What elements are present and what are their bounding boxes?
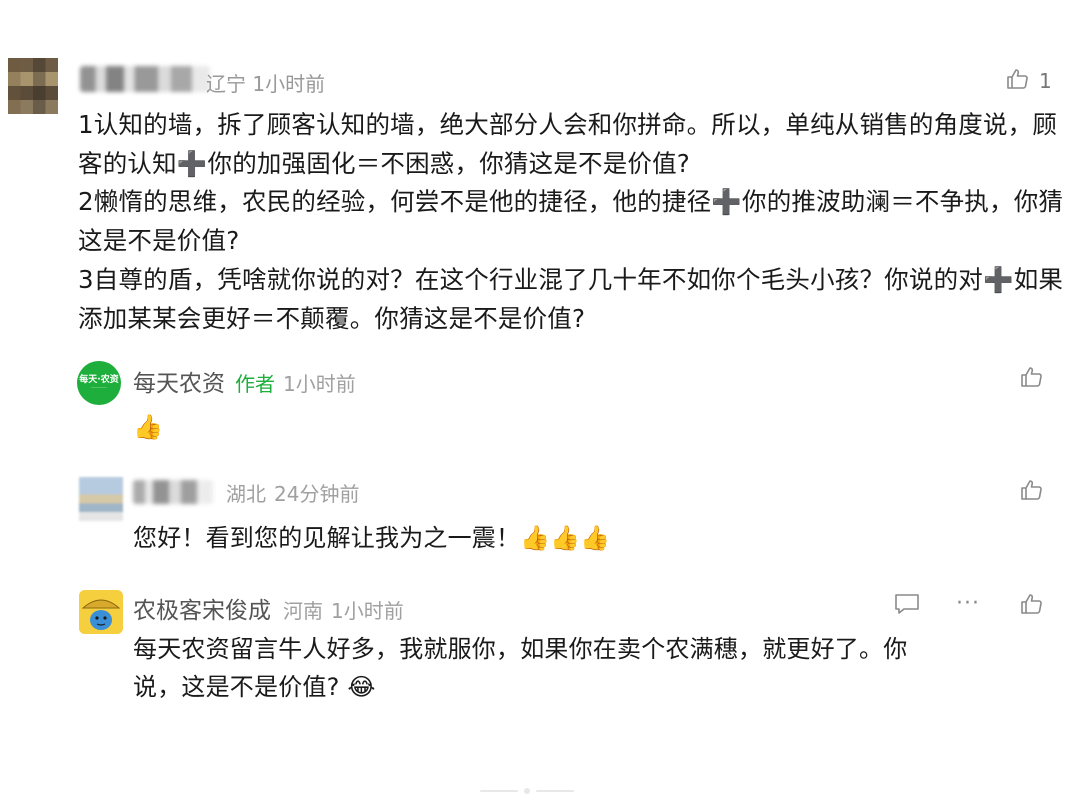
comment-paragraph: 2懒惰的思维，农民的经验，何尝不是他的捷径，他的捷径➕你的推波助澜＝不争执，你猜… (78, 187, 1064, 256)
page-indicator (480, 788, 600, 796)
reply-header: 湖北 24分钟前 (226, 478, 359, 507)
avatar[interactable] (79, 477, 123, 521)
straw-hat-avatar-icon (79, 590, 123, 634)
indicator-dot (524, 788, 530, 794)
like-icon[interactable] (1020, 478, 1044, 502)
username-blurred[interactable] (133, 480, 213, 504)
reply-header: 每天农资 作者 1小时前 (133, 364, 356, 398)
like-icon[interactable] (1006, 67, 1030, 91)
more-icon[interactable]: ··· (956, 591, 980, 616)
reply-header: 农极客宋俊成 河南 1小时前 (133, 591, 404, 625)
avatar[interactable] (8, 58, 58, 114)
reply-time: 1小时前 (331, 599, 404, 623)
like-icon[interactable] (1020, 365, 1044, 389)
indicator-bar (536, 790, 574, 792)
reply-text: 每天农资留言牛人好多，我就服你，如果你在卖个农满穗，就更好了。你 说，这是不是价… (133, 630, 1033, 706)
thumbs-up-emoji-icon: 👍 (133, 413, 164, 441)
reply-text: 您好！看到您的见解让我为之一震！👍👍👍 (133, 524, 611, 552)
avatar[interactable] (79, 590, 123, 634)
reply-location: 河南 (283, 599, 323, 623)
comment-body: 1认知的墙，拆了顾客认知的墙，绝大部分人会和你拼命。所以，单纯从销售的角度说，顾… (78, 106, 1068, 338)
reply-author-name[interactable]: 农极客宋俊成 (133, 598, 271, 624)
reply-text-line: 每天农资留言牛人好多，我就服你，如果你在卖个农满穗，就更好了。你 (133, 635, 908, 663)
reply-text-line: 说，这是不是价值? 😂 (133, 673, 376, 701)
reply-author-name[interactable]: 每天农资 (133, 371, 225, 397)
comment-location: 辽宁 (206, 72, 246, 96)
comment-paragraph: 3自尊的盾，凭啥就你说的对？在这个行业混了几十年不如你个毛头小孩？你说的对➕如果… (78, 264, 1064, 333)
reply-time: 24分钟前 (274, 482, 360, 506)
reply-icon[interactable] (894, 592, 920, 616)
reply-time: 1小时前 (283, 372, 356, 396)
avatar[interactable]: 每天·农资 ----------- (77, 361, 121, 405)
comment-time: 1小时前 (252, 72, 326, 96)
like-icon[interactable] (1020, 592, 1044, 616)
comment-meta: 辽宁 1小时前 (206, 68, 325, 97)
avatar-subtext: ----------- (91, 385, 107, 390)
author-badge: 作者 (235, 372, 275, 396)
indicator-bar (480, 790, 518, 792)
comment-paragraph: 1认知的墙，拆了顾客认知的墙，绝大部分人会和你拼命。所以，单纯从销售的角度说，顾… (78, 110, 1058, 178)
reply-text: 👍 (133, 408, 163, 446)
avatar-text: 每天·农资 (79, 375, 119, 385)
username-blurred[interactable] (80, 66, 210, 92)
reply-location: 湖北 (226, 482, 266, 506)
like-count: 1 (1039, 69, 1052, 93)
